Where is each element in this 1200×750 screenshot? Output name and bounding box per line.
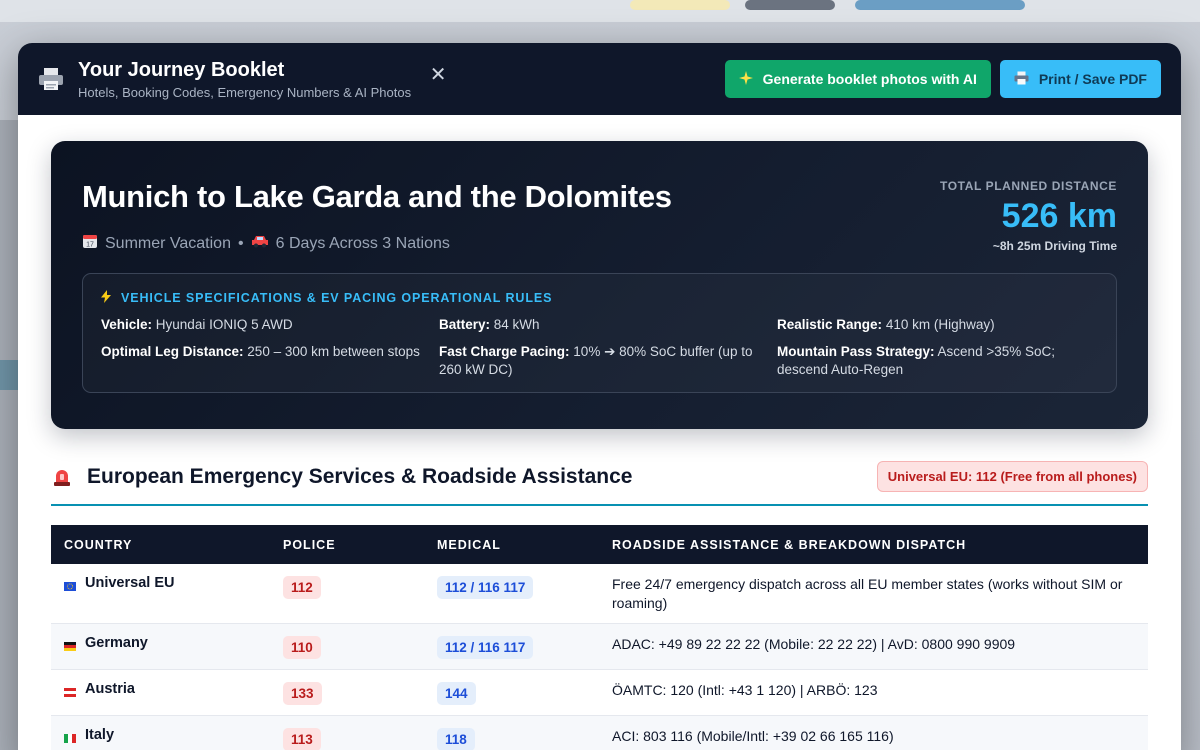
spec-label: Vehicle:: [101, 317, 153, 332]
police-number: 133: [283, 682, 322, 705]
modal-header: Your Journey Booklet Hotels, Booking Cod…: [18, 43, 1181, 115]
spec-battery: Battery: 84 kWh: [439, 316, 777, 334]
country-name: Universal EU: [85, 575, 175, 591]
austria-flag-icon: [64, 685, 76, 697]
vehicle-specs-heading: VEHICLE SPECIFICATIONS & EV PACING OPERA…: [101, 290, 1098, 306]
spec-value: Hyundai IONIQ 5 AWD: [155, 317, 293, 332]
column-header-police: POLICE: [270, 525, 424, 564]
police-number: 112: [283, 576, 321, 599]
table-header-row: COUNTRY POLICE MEDICAL ROADSIDE ASSISTAN…: [51, 525, 1148, 564]
emergency-table: COUNTRY POLICE MEDICAL ROADSIDE ASSISTAN…: [51, 525, 1148, 750]
spec-label: Fast Charge Pacing:: [439, 344, 570, 359]
vehicle-specs-grid: Vehicle: Hyundai IONIQ 5 AWD Battery: 84…: [101, 316, 1098, 379]
total-distance: 526 km: [1001, 197, 1117, 235]
table-row: Universal EU 112 112 / 116 117 Free 24/7…: [51, 564, 1148, 624]
column-header-medical: MEDICAL: [424, 525, 599, 564]
table-row: Italy 113 118 ACI: 803 116 (Mobile/Intl:…: [51, 715, 1148, 750]
header-actions: Generate booklet photos with AI Print / …: [724, 60, 1161, 98]
medical-number: 144: [437, 682, 476, 705]
generate-ai-photos-label: Generate booklet photos with AI: [762, 71, 977, 87]
country-cell: Austria: [64, 681, 257, 697]
vehicle-specs-heading-text: VEHICLE SPECIFICATIONS & EV PACING OPERA…: [121, 291, 553, 305]
table-row: Germany 110 112 / 116 117 ADAC: +49 89 2…: [51, 623, 1148, 670]
medical-number: 112 / 116 117: [437, 576, 534, 599]
country-cell: Germany: [64, 635, 257, 651]
medical-number: 112 / 116 117: [437, 636, 534, 659]
spec-label: Battery:: [439, 317, 491, 332]
germany-flag-icon: [64, 639, 76, 651]
spec-label: Optimal Leg Distance:: [101, 344, 244, 359]
sparkles-icon: [738, 70, 753, 88]
country-cell: Italy: [64, 727, 257, 743]
trip-season: Summer Vacation: [105, 234, 231, 252]
police-number: 113: [283, 728, 321, 750]
medical-number: 118: [437, 728, 475, 750]
emergency-section-title: European Emergency Services & Roadside A…: [87, 464, 633, 488]
roadside-info: ADAC: +49 89 22 22 22 (Mobile: 22 22 22)…: [599, 623, 1148, 670]
background-pill: [630, 0, 730, 10]
modal-subtitle: Hotels, Booking Codes, Emergency Numbers…: [78, 85, 412, 100]
printer-icon: [36, 64, 66, 94]
close-icon[interactable]: ✕: [427, 62, 449, 87]
spec-leg-distance: Optimal Leg Distance: 250 – 300 km betwe…: [101, 343, 439, 379]
trip-summary-card: Munich to Lake Garda and the Dolomites 1…: [51, 141, 1148, 429]
country-name: Italy: [85, 727, 115, 743]
spec-value: 250 – 300 km between stops: [247, 344, 420, 359]
table-row: Austria 133 144 ÖAMTC: 120 (Intl: +43 1 …: [51, 669, 1148, 716]
modal-content: Munich to Lake Garda and the Dolomites 1…: [18, 115, 1181, 750]
universal-eu-badge: Universal EU: 112 (Free from all phones): [876, 461, 1148, 492]
journey-booklet-modal: Your Journey Booklet Hotels, Booking Cod…: [18, 43, 1181, 750]
print-save-pdf-button[interactable]: Print / Save PDF: [999, 60, 1161, 98]
spec-value: 84 kWh: [493, 317, 540, 332]
spec-range: Realistic Range: 410 km (Highway): [777, 316, 1098, 334]
modal-title: Your Journey Booklet: [78, 59, 285, 81]
police-number: 110: [283, 636, 321, 659]
print-save-pdf-label: Print / Save PDF: [1038, 71, 1147, 87]
siren-icon: [51, 466, 73, 488]
background-sidebar: [0, 120, 18, 750]
svg-text:17: 17: [86, 242, 94, 249]
roadside-info: ÖAMTC: 120 (Intl: +43 1 120) | ARBÖ: 123: [599, 669, 1148, 716]
background-pill: [855, 0, 1025, 10]
trip-duration: 6 Days Across 3 Nations: [275, 234, 450, 252]
country-cell: Universal EU: [64, 575, 257, 591]
spec-label: Mountain Pass Strategy:: [777, 344, 935, 359]
column-header-country: COUNTRY: [51, 525, 270, 564]
italy-flag-icon: [64, 731, 76, 743]
printer-icon: [1014, 71, 1029, 88]
distance-summary: TOTAL PLANNED DISTANCE 526 km ~8h 25m Dr…: [940, 179, 1117, 253]
background-pill: [745, 0, 835, 10]
spec-mountain-strategy: Mountain Pass Strategy: Ascend >35% SoC;…: [777, 343, 1098, 379]
country-name: Austria: [85, 681, 135, 697]
spec-vehicle: Vehicle: Hyundai IONIQ 5 AWD: [101, 316, 439, 334]
car-icon: [251, 234, 269, 253]
generate-ai-photos-button[interactable]: Generate booklet photos with AI: [724, 60, 991, 98]
spec-value: 410 km (Highway): [885, 317, 995, 332]
lightning-icon: [101, 290, 111, 306]
country-name: Germany: [85, 635, 148, 651]
roadside-info: ACI: 803 116 (Mobile/Intl: +39 02 66 165…: [599, 715, 1148, 750]
calendar-icon: 17: [82, 233, 98, 254]
distance-label: TOTAL PLANNED DISTANCE: [940, 179, 1117, 193]
vehicle-specs-box: VEHICLE SPECIFICATIONS & EV PACING OPERA…: [82, 273, 1117, 393]
modal-title-block: Your Journey Booklet Hotels, Booking Cod…: [78, 58, 411, 100]
background-sidebar-item: [0, 360, 18, 390]
emergency-section-header: European Emergency Services & Roadside A…: [51, 461, 1148, 506]
driving-time: ~8h 25m Driving Time: [992, 239, 1117, 253]
separator-dot: •: [237, 234, 244, 252]
eu-flag-icon: [64, 579, 76, 591]
spec-label: Realistic Range:: [777, 317, 883, 332]
column-header-roadside: ROADSIDE ASSISTANCE & BREAKDOWN DISPATCH: [599, 525, 1148, 564]
roadside-info: Free 24/7 emergency dispatch across all …: [599, 564, 1148, 624]
spec-charge-pacing: Fast Charge Pacing: 10% ➔ 80% SoC buffer…: [439, 343, 777, 379]
